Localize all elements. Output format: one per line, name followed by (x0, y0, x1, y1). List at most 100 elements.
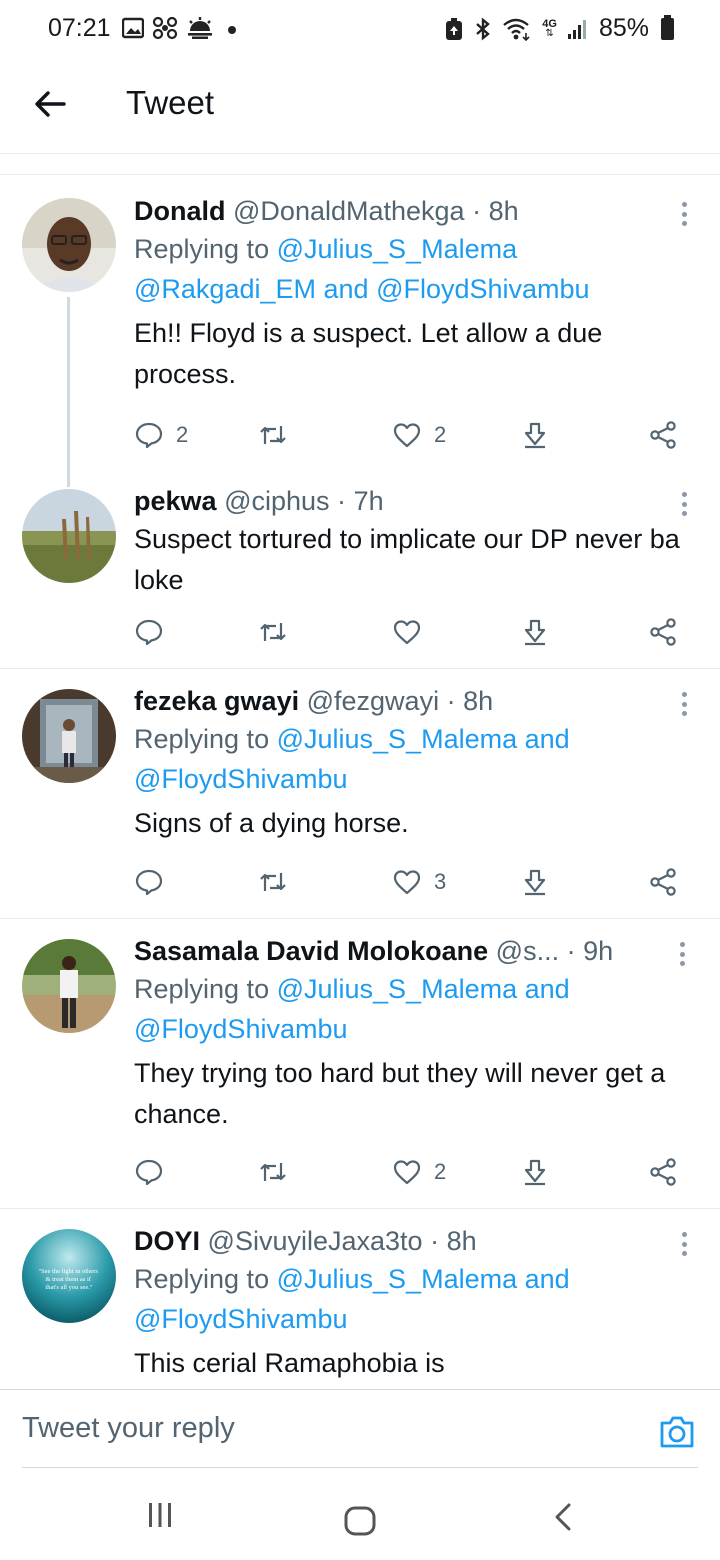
tweet-body: DOYI @SivuyileJaxa3to · 8h Replying to @… (134, 1223, 680, 1384)
reply-button[interactable] (134, 862, 164, 902)
avatar[interactable] (22, 198, 116, 292)
retweet-icon (260, 426, 286, 444)
tweet-time: 8h (446, 1226, 477, 1256)
back-button[interactable] (30, 84, 70, 124)
share-icon (650, 618, 676, 646)
mention-link[interactable]: @Julius_S_Malema (277, 1264, 518, 1294)
mention-link[interactable]: @FloydShivambu (134, 764, 348, 794)
tweet-time: 9h (583, 936, 614, 966)
tweet-actions: 2 2 (134, 415, 680, 455)
separator-dot: · (566, 936, 576, 966)
author-handle[interactable]: @SivuyileJaxa3to (208, 1226, 423, 1256)
replying-line-2: @Rakgadi_EM and @FloydShivambu (134, 269, 680, 309)
more-options-button[interactable] (672, 939, 692, 969)
replying-to: Replying to @Julius_S_Malema and @FloydS… (134, 719, 680, 799)
status-right-icons: 4G ⇅ 85% (444, 14, 674, 43)
more-options-button[interactable] (674, 1229, 694, 1259)
heart-icon (393, 423, 421, 448)
replying-prefix: Replying to (134, 1264, 277, 1294)
separator-dot: · (446, 686, 456, 716)
tweet-item[interactable]: Donald @DonaldMathekga · 8h Replying to … (0, 177, 720, 487)
avatar-image-fezeka (22, 689, 116, 783)
home-icon (344, 1506, 376, 1536)
save-button[interactable] (520, 415, 550, 455)
author-name[interactable]: DOYI (134, 1226, 200, 1256)
mention-link[interactable]: @FloydShivambu (376, 274, 590, 304)
tweet-item[interactable]: fezeka gwayi @fezgwayi · 8h Replying to … (0, 669, 720, 919)
author-handle[interactable]: @ciphus (224, 486, 329, 516)
save-button[interactable] (520, 1152, 550, 1192)
wifi-icon (503, 18, 530, 41)
status-bar: 07:21 4G ⇅ 85% (0, 0, 720, 58)
heart-icon (393, 620, 421, 645)
more-options-button[interactable] (674, 489, 694, 519)
retweet-button[interactable] (258, 862, 288, 902)
camera-icon (660, 1416, 694, 1448)
reply-icon (135, 422, 163, 449)
network-label: 4G (542, 17, 557, 30)
replies-list[interactable]: Donald @DonaldMathekga · 8h Replying to … (0, 155, 720, 1389)
author-handle[interactable]: @DonaldMathekga (233, 196, 465, 226)
tweet-header: pekwa @ciphus · 7h (134, 483, 680, 519)
save-button[interactable] (520, 862, 550, 902)
avatar-image-donald (22, 198, 116, 292)
tweet-item[interactable]: pekwa @ciphus · 7h Suspect tortured to i… (0, 469, 720, 669)
separator-dot: · (430, 1226, 440, 1256)
avatar-image-doyi: "See the light in others & treat them as… (22, 1229, 116, 1323)
author-name[interactable]: Sasamala David Molokoane (134, 936, 488, 966)
avatar[interactable]: "See the light in others & treat them as… (22, 1229, 116, 1323)
mention-link[interactable]: @Rakgadi_EM (134, 274, 316, 304)
mention-link[interactable]: @Julius_S_Malema (277, 234, 518, 264)
share-icon (650, 1158, 676, 1186)
reply-button[interactable] (134, 1152, 164, 1192)
share-button[interactable] (648, 862, 678, 902)
tweet-actions: 2 (134, 1152, 680, 1192)
author-handle[interactable]: @fezgwayi (307, 686, 439, 716)
recents-button[interactable] (146, 1502, 174, 1533)
and-text: and (316, 274, 377, 304)
replying-line-1: Replying to @Julius_S_Malema and (134, 969, 680, 1009)
retweet-icon (260, 1163, 286, 1181)
more-options-button[interactable] (674, 689, 694, 719)
retweet-button[interactable] (258, 415, 288, 455)
back-icon (555, 1503, 571, 1531)
share-button[interactable] (648, 415, 678, 455)
author-name[interactable]: fezeka gwayi (134, 686, 299, 716)
mention-link[interactable]: @Julius_S_Malema (277, 724, 518, 754)
replying-prefix: Replying to (134, 974, 277, 1004)
author-name[interactable]: Donald (134, 196, 226, 226)
reply-button[interactable]: 2 (134, 415, 188, 455)
author-name[interactable]: pekwa (134, 486, 217, 516)
mention-link[interactable]: @FloydShivambu (134, 1304, 348, 1334)
system-nav-bar (0, 1468, 720, 1560)
retweet-icon (260, 873, 286, 891)
reply-input[interactable]: Tweet your reply (22, 1412, 235, 1445)
camera-button[interactable] (658, 1414, 696, 1450)
retweet-button[interactable] (258, 612, 288, 652)
replying-line-2: @FloydShivambu (134, 759, 680, 799)
weather-icon (188, 17, 212, 39)
mention-link[interactable]: @Julius_S_Malema (277, 974, 518, 1004)
mention-link[interactable]: @FloydShivambu (134, 1014, 348, 1044)
avatar-image-pekwa (22, 489, 116, 583)
avatar[interactable] (22, 689, 116, 783)
home-button[interactable] (344, 1506, 376, 1541)
like-button[interactable]: 2 (392, 1152, 446, 1192)
replying-to: Replying to @Julius_S_Malema and @FloydS… (134, 969, 680, 1049)
reply-button[interactable] (134, 612, 164, 652)
avatar[interactable] (22, 939, 116, 1033)
share-button[interactable] (648, 612, 678, 652)
more-options-button[interactable] (674, 199, 694, 229)
retweet-button[interactable] (258, 1152, 288, 1192)
author-handle[interactable]: @s... (496, 936, 559, 966)
tweet-item[interactable]: Sasamala David Molokoane @s... · 9h Repl… (0, 919, 720, 1209)
save-button[interactable] (520, 612, 550, 652)
like-button[interactable] (392, 612, 422, 652)
like-button[interactable]: 2 (392, 415, 446, 455)
nav-back-button[interactable] (552, 1502, 574, 1537)
like-button[interactable]: 3 (392, 862, 446, 902)
tweet-item[interactable]: "See the light in others & treat them as… (0, 1209, 720, 1389)
avatar[interactable] (22, 489, 116, 583)
status-left-icons (122, 16, 240, 40)
share-button[interactable] (648, 1152, 678, 1192)
